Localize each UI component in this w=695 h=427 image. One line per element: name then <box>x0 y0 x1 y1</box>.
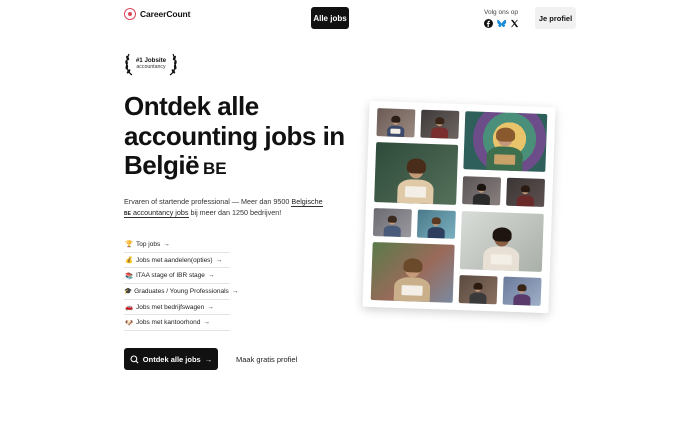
arrow-right-icon: → <box>231 287 239 295</box>
collage-photo <box>420 109 460 139</box>
car-icon: 🚗 <box>124 304 134 312</box>
x-icon[interactable] <box>510 19 519 28</box>
link-stock-options-jobs[interactable]: 💰 Jobs met aandelen(opties) → <box>124 253 230 269</box>
intro-part2: bij meer dan 1250 bedrijven! <box>188 208 282 218</box>
hero-title-text: Ontdek alle accounting jobs in België <box>124 91 345 181</box>
link-top-jobs[interactable]: 🏆 Top jobs → <box>124 237 230 253</box>
laurel-right-icon <box>169 53 177 76</box>
belgium-flag-icon: BE <box>203 159 227 179</box>
collage-photo <box>374 142 459 205</box>
follow-label: Volg ons op <box>484 9 518 16</box>
bluesky-icon[interactable] <box>496 19 506 28</box>
collage-photo <box>462 176 502 206</box>
dog-icon: 🐶 <box>124 319 134 327</box>
intro-text: Ervaren of startende professional — Meer… <box>124 196 329 219</box>
graduation-cap-icon: 🎓 <box>124 288 133 296</box>
search-icon <box>130 354 139 363</box>
collage-photo <box>372 208 412 238</box>
badge-subtitle: accountancy <box>136 63 166 70</box>
profile-button[interactable]: Je profiel <box>535 7 576 29</box>
link-company-car-jobs[interactable]: 🚗 Jobs met bedrijfswagen → <box>124 300 230 316</box>
facebook-icon[interactable] <box>483 19 493 28</box>
all-jobs-nav-button[interactable]: Alle jobs <box>311 7 349 29</box>
link-itaa-ibr-stage[interactable]: 📚 ITAA stage of IBR stage → <box>124 268 230 285</box>
collage-photo <box>376 108 416 138</box>
logo-text: CareerCount <box>140 9 191 19</box>
laurel-left-icon <box>125 53 133 76</box>
photo-collage <box>362 100 556 314</box>
create-free-profile-link[interactable]: Maak gratis profiel <box>236 348 297 370</box>
discover-all-jobs-button[interactable]: Ontdek alle jobs → <box>124 348 218 370</box>
hero-title: Ontdek alle accounting jobs in België BE <box>124 91 364 181</box>
trophy-icon: 🏆 <box>124 241 134 249</box>
collage-photo <box>458 275 498 305</box>
collage-photo <box>502 276 542 306</box>
arrow-right-icon: → <box>203 319 210 327</box>
money-bag-icon: 💰 <box>124 257 134 265</box>
logo[interactable]: CareerCount <box>124 8 190 20</box>
collage-photo <box>506 177 546 207</box>
link-graduates[interactable]: 🎓 Graduates / Young Professionals → <box>124 284 238 300</box>
collage-photo <box>459 211 544 272</box>
intro-part1: Ervaren of startende professional — Meer… <box>124 197 292 206</box>
collage-photo <box>370 242 455 303</box>
logo-icon <box>124 8 136 20</box>
collage-photo <box>463 111 548 172</box>
arrow-right-icon: → <box>215 256 223 264</box>
collage-photo <box>416 209 456 239</box>
discover-all-jobs-label: Ontdek alle jobs <box>142 354 201 364</box>
arrow-right-icon: → <box>163 240 170 248</box>
link-office-dog-jobs[interactable]: 🐶 Jobs met kantoorhond → <box>124 315 230 332</box>
social-follow: Volg ons op <box>483 9 519 28</box>
books-icon: 📚 <box>124 272 134 280</box>
arrow-right-icon: → <box>204 354 213 364</box>
arrow-right-icon: → <box>207 303 214 311</box>
arrow-right-icon: → <box>207 272 215 280</box>
top-jobsite-badge: #1 Jobsite accountancy <box>124 52 178 76</box>
job-category-list: 🏆 Top jobs → 💰 Jobs met aandelen(opties) → 📚… <box>124 237 238 332</box>
